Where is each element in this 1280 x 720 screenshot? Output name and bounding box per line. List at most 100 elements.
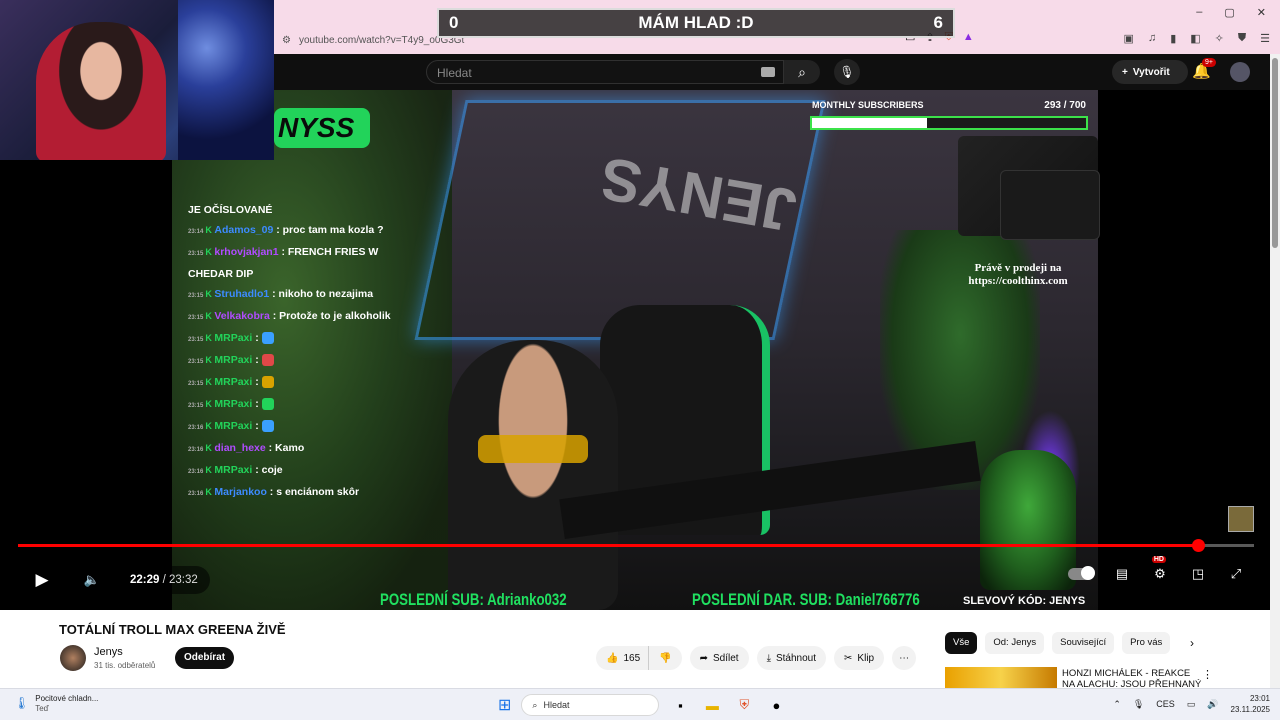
chat-message: 23:16 K dian_hexe : Kamo bbox=[188, 438, 398, 460]
chat-message: JE OČÍSLOVANÉ bbox=[188, 200, 398, 220]
chat-username: MRPaxi bbox=[214, 354, 256, 366]
scrubber-handle[interactable] bbox=[1192, 539, 1206, 552]
chat-time: 23:15 bbox=[188, 337, 204, 343]
chat-time: 23:16 bbox=[188, 425, 204, 431]
chat-time: 23:15 bbox=[188, 315, 204, 321]
brave-browser-icon[interactable]: ⛨ bbox=[733, 694, 755, 716]
sidebar-icon[interactable]: ▮ bbox=[1170, 32, 1176, 45]
play-button[interactable]: ▶ bbox=[26, 564, 58, 596]
channel-subscribers: 31 tis. odběratelů bbox=[94, 661, 156, 670]
create-button[interactable]: + Vytvořit bbox=[1112, 60, 1188, 84]
chat-message-body: 23:15 K krhovjakjan1 : FRENCH FRIES W CHE… bbox=[188, 242, 398, 284]
file-explorer-icon[interactable]: ▬ bbox=[701, 694, 723, 716]
like-button[interactable]: 👍 165 bbox=[596, 646, 649, 670]
obs-icon[interactable]: ● bbox=[765, 694, 787, 716]
kick-badge-icon: K bbox=[205, 247, 215, 257]
keyboard-icon[interactable] bbox=[761, 67, 775, 77]
recommended-menu-icon[interactable]: ⋮ bbox=[1202, 668, 1213, 681]
minimize-button[interactable]: – bbox=[1196, 6, 1202, 19]
music-icon[interactable]: ♫ bbox=[1148, 32, 1156, 45]
plus-icon: + bbox=[1122, 66, 1128, 78]
window-controls: – ▢ ✕ bbox=[1196, 6, 1266, 19]
galaxy-backdrop bbox=[178, 0, 274, 160]
search-icon: ⌕ bbox=[532, 699, 538, 710]
language-indicator[interactable]: CES bbox=[1156, 699, 1175, 709]
share-label: Sdílet bbox=[712, 652, 739, 664]
weather-widget[interactable]: 🌡 Pocitové chladn... Teď bbox=[14, 693, 98, 713]
taskbar: 🌡 Pocitové chladn... Teď ⊞ ⌕ Hledat ▪ ▬ … bbox=[0, 688, 1280, 720]
chat-message: 23:15 K Struhadlo1 : nikoho to nezajima bbox=[188, 284, 398, 306]
network-icon[interactable]: ▭ bbox=[1187, 699, 1196, 710]
emote-icon bbox=[261, 398, 274, 411]
chat-text: : Kamo bbox=[268, 442, 305, 454]
page-scrollbar[interactable] bbox=[1270, 54, 1280, 688]
merch-line-2: https://coolthinx.com bbox=[968, 275, 1068, 287]
site-settings-icon[interactable]: ⚙ bbox=[282, 35, 291, 46]
taskbar-search[interactable]: ⌕ Hledat bbox=[521, 694, 660, 716]
scroll-thumb[interactable] bbox=[1272, 58, 1278, 248]
windows-start-icon[interactable]: ⊞ bbox=[498, 695, 511, 715]
rewards-icon[interactable]: ▲ bbox=[963, 31, 974, 44]
chat-text: : bbox=[255, 420, 262, 432]
fullscreen-icon[interactable]: ⤢ bbox=[1226, 566, 1246, 582]
subs-label: MONTHLY SUBSCRIBERS bbox=[812, 100, 924, 110]
chat-message-body: 23:15 K MRPaxi : bbox=[188, 328, 274, 350]
chip-from-channel[interactable]: Od: Jenys bbox=[985, 632, 1045, 654]
maximize-button[interactable]: ▢ bbox=[1224, 6, 1234, 19]
menu-icon[interactable]: ☰ bbox=[1260, 32, 1270, 45]
autoplay-toggle[interactable] bbox=[1068, 566, 1095, 580]
chip-for-you[interactable]: Pro vás bbox=[1122, 632, 1171, 654]
channel-name[interactable]: Jenys bbox=[94, 646, 123, 658]
chat-time: 23:15 bbox=[188, 251, 204, 257]
voice-search-button[interactable]: 🎙 bbox=[834, 59, 860, 85]
chevron-right-icon[interactable]: › bbox=[1190, 636, 1194, 650]
more-actions-button[interactable]: ⋯ bbox=[892, 646, 917, 670]
settings-icon[interactable]: ⚙ bbox=[1150, 566, 1170, 582]
youtube-header: Hledat ⌕ 🎙 + Vytvořit 🔔 9+ bbox=[274, 54, 1280, 90]
share-button[interactable]: ➦ Sdílet bbox=[689, 646, 749, 670]
speaker-icon[interactable]: 🔊 bbox=[1207, 699, 1218, 710]
like-count: 165 bbox=[623, 652, 641, 664]
mic-tray-icon[interactable]: 🎙 bbox=[1133, 699, 1144, 710]
recommended-title[interactable]: HONZI MICHÁLEK - REAKCE NA ALACHU: JSOU … bbox=[1062, 668, 1202, 688]
clock[interactable]: 23:01 23.11.2025 bbox=[1231, 693, 1270, 715]
system-tray: ⌃ 🎙 CES ▭ 🔊 23:01 23.11.2025 bbox=[1113, 693, 1270, 715]
subtitles-icon[interactable]: ▤ bbox=[1112, 566, 1132, 582]
chat-time: 23:15 bbox=[188, 359, 204, 365]
volume-button[interactable]: 🔈 bbox=[76, 564, 108, 596]
channel-avatar[interactable] bbox=[60, 645, 86, 671]
subscribe-button[interactable]: Odebírat bbox=[175, 647, 234, 669]
chat-username: krhovjakjan1 bbox=[214, 246, 282, 258]
download-button[interactable]: ⤓ Stáhnout bbox=[756, 646, 827, 670]
chat-time: 23:14 bbox=[188, 229, 204, 235]
task-view-icon[interactable]: ▪ bbox=[669, 694, 691, 716]
search-button[interactable]: ⌕ bbox=[784, 60, 820, 84]
share-arrow-icon: ➦ bbox=[699, 652, 708, 664]
wallet-icon[interactable]: ◧ bbox=[1190, 32, 1200, 45]
video-info: TOTÁLNÍ TROLL MAX GREENA ŽIVĚ Jenys 31 t… bbox=[0, 610, 1270, 688]
chat-message: 23:15 K krhovjakjan1 : FRENCH FRIES W CHE… bbox=[188, 242, 398, 284]
chevron-up-icon[interactable]: ⌃ bbox=[1113, 699, 1121, 710]
dislike-button[interactable]: 👎 bbox=[648, 646, 682, 670]
sunglasses bbox=[478, 435, 588, 463]
progress-bar[interactable] bbox=[18, 539, 1254, 552]
account-avatar[interactable] bbox=[1230, 62, 1250, 82]
vpn-icon[interactable]: ⛊ bbox=[1238, 32, 1246, 45]
emote-icon bbox=[261, 332, 274, 345]
kick-badge-icon: K bbox=[205, 443, 215, 453]
kick-badge-icon: K bbox=[205, 465, 215, 475]
chip-all[interactable]: Vše bbox=[945, 632, 978, 654]
leo-icon[interactable]: ✧ bbox=[1215, 32, 1224, 45]
tabs-icon[interactable]: ▣ bbox=[1124, 32, 1134, 45]
miniplayer-icon[interactable]: ◳ bbox=[1188, 566, 1208, 582]
video-player[interactable]: JENYS NYSS MONTHLY SUBSCRIBERS 293 / 700… bbox=[0, 90, 1270, 610]
chip-related[interactable]: Související bbox=[1052, 632, 1115, 654]
clip-button[interactable]: ✂ Klip bbox=[834, 646, 885, 670]
recommended-thumbnail[interactable] bbox=[945, 667, 1057, 688]
chat-username: MRPaxi bbox=[214, 464, 256, 476]
chat-message: 23:15 K MRPaxi : bbox=[188, 350, 398, 372]
chat-message: 23:16 K MRPaxi : coje bbox=[188, 460, 398, 482]
search-input[interactable]: Hledat bbox=[426, 60, 784, 84]
close-button[interactable]: ✕ bbox=[1257, 6, 1266, 19]
subs-fill bbox=[812, 118, 928, 128]
